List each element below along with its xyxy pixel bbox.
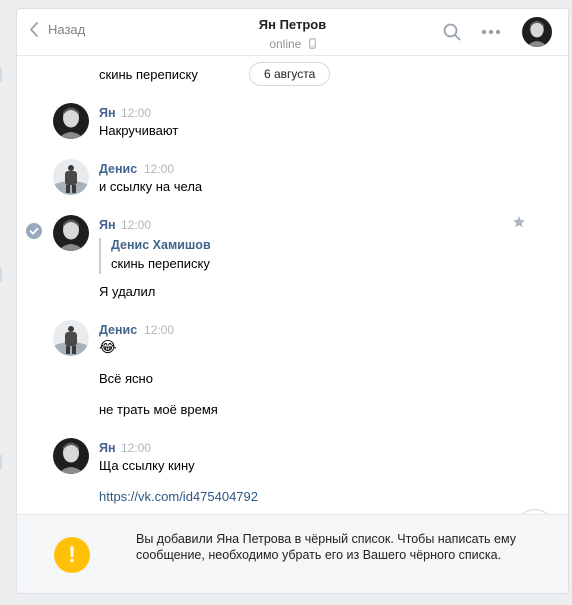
chat-header: Назад Ян Петров online <box>17 9 568 56</box>
avatar-yan-image <box>53 438 89 474</box>
emoji-laugh: 😂 <box>99 339 117 356</box>
avatar-yan-image <box>53 103 89 139</box>
avatar-denis-image <box>53 159 89 195</box>
message-author[interactable]: Денис <box>99 162 137 176</box>
warning-icon: ! <box>54 537 90 573</box>
avatar-yan-image <box>522 17 552 47</box>
page-edge-tick <box>0 68 2 82</box>
notice-text: Вы добавили Яна Петрова в чёрный список.… <box>136 532 516 562</box>
star-icon[interactable] <box>512 215 526 229</box>
avatar-denis-image <box>53 320 89 356</box>
quote-author[interactable]: Денис Хамишов <box>111 238 211 252</box>
message-text: Всё ясно <box>99 371 153 386</box>
message-author[interactable]: Ян <box>99 441 116 455</box>
avatar[interactable] <box>53 438 89 474</box>
chat-window: Назад Ян Петров online скинь переписку 6… <box>16 8 569 594</box>
message-time[interactable]: 12:00 <box>144 323 174 337</box>
profile-link[interactable]: https://vk.com/id475404792 <box>99 489 258 504</box>
message-time[interactable]: 12:00 <box>121 106 151 120</box>
message-author[interactable]: Ян <box>99 218 116 232</box>
message-text: Накручивают <box>99 123 179 138</box>
message-text: не трать моё время <box>99 402 218 417</box>
page-edge-tick <box>0 268 2 282</box>
date-separator: 6 августа <box>249 62 331 86</box>
online-status: online <box>17 36 568 51</box>
blacklist-notice: ! Вы добавили Яна Петрова в чёрный списо… <box>17 514 568 593</box>
message-author[interactable]: Ян <box>99 106 116 120</box>
header-avatar[interactable] <box>522 17 552 47</box>
avatar[interactable] <box>53 320 89 356</box>
message-list[interactable]: скинь переписку 6 августа Ян 12:00 Накру… <box>17 56 568 547</box>
avatar-yan-image <box>53 215 89 251</box>
avatar[interactable] <box>53 159 89 195</box>
message-text: Ща ссылку кину <box>99 458 195 473</box>
message-time[interactable]: 12:00 <box>144 162 174 176</box>
more-dots-icon[interactable] <box>481 29 501 35</box>
message-author[interactable]: Денис <box>99 323 137 337</box>
avatar[interactable] <box>53 215 89 251</box>
message-text: Я удалил <box>99 284 156 299</box>
message-time[interactable]: 12:00 <box>121 218 151 232</box>
quote-text: скинь переписку <box>111 256 210 271</box>
avatar[interactable] <box>53 103 89 139</box>
message-text: скинь переписку <box>99 67 198 82</box>
forwarded-quote[interactable]: Денис Хамишов скинь переписку <box>99 238 211 274</box>
check-icon[interactable] <box>26 223 42 239</box>
message-time[interactable]: 12:00 <box>121 441 151 455</box>
message-text: и ссылку на чела <box>99 179 203 194</box>
search-icon[interactable] <box>443 23 461 41</box>
online-status-text: online <box>269 36 302 51</box>
page-edge-tick <box>0 455 2 469</box>
mobile-phone-icon <box>308 38 316 50</box>
